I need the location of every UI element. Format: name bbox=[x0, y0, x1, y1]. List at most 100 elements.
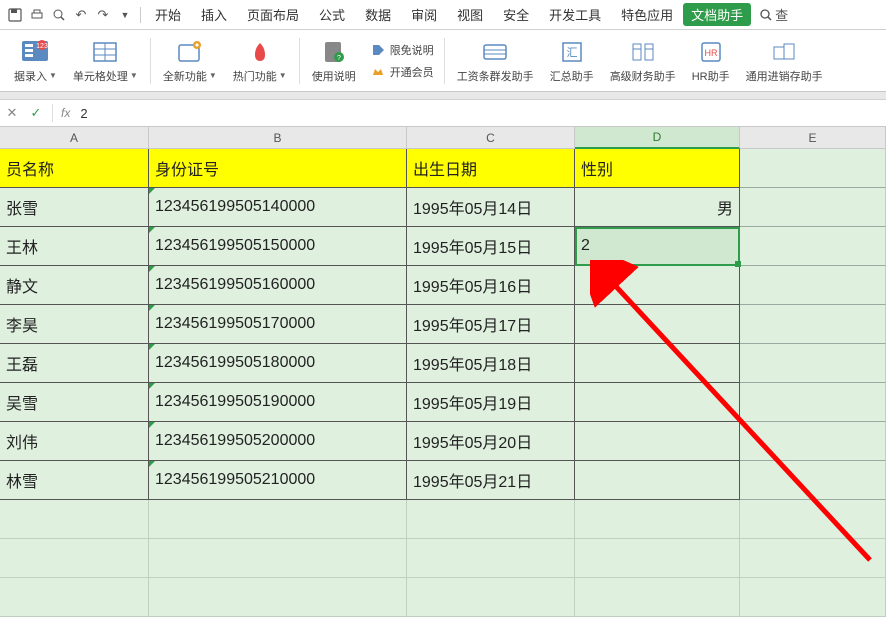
ribbon-hot-features[interactable]: 热门功能▼ bbox=[225, 38, 295, 84]
cell-empty[interactable] bbox=[575, 578, 740, 617]
cell-C5[interactable]: 1995年05月17日 bbox=[407, 305, 575, 344]
col-header-B[interactable]: B bbox=[149, 127, 407, 149]
cell-C3[interactable]: 1995年05月15日 bbox=[407, 227, 575, 266]
cell-empty[interactable] bbox=[740, 578, 886, 617]
cell-A3[interactable]: 王林 bbox=[0, 227, 149, 266]
cell-D7[interactable] bbox=[575, 383, 740, 422]
menu-dev[interactable]: 开发工具 bbox=[539, 5, 611, 24]
cell-D6[interactable] bbox=[575, 344, 740, 383]
cell-header-B[interactable]: 身份证号 bbox=[149, 149, 407, 188]
dropdown-icon[interactable]: ▼ bbox=[114, 4, 136, 26]
cell-E2[interactable] bbox=[740, 188, 886, 227]
save-icon[interactable] bbox=[4, 4, 26, 26]
cell-header-A[interactable]: 员名称 bbox=[0, 149, 149, 188]
cell-A9[interactable]: 林雪 bbox=[0, 461, 149, 500]
ribbon-free-info[interactable]: 限免说明 bbox=[370, 42, 434, 58]
ribbon-summary[interactable]: 汇 汇总助手 bbox=[542, 38, 602, 84]
cell-B3[interactable]: 123456199505150000 bbox=[149, 227, 407, 266]
cell-empty[interactable] bbox=[407, 500, 575, 539]
col-header-C[interactable]: C bbox=[407, 127, 575, 149]
ribbon-payroll[interactable]: 工资条群发助手 bbox=[449, 38, 542, 84]
cell-E3[interactable] bbox=[740, 227, 886, 266]
cell-empty[interactable] bbox=[0, 578, 149, 617]
menu-insert[interactable]: 插入 bbox=[191, 5, 237, 24]
cell-B5[interactable]: 123456199505170000 bbox=[149, 305, 407, 344]
col-header-D[interactable]: D bbox=[575, 127, 740, 149]
cell-E9[interactable] bbox=[740, 461, 886, 500]
formula-cancel[interactable]: ✕ bbox=[0, 101, 24, 125]
preview-icon[interactable] bbox=[48, 4, 70, 26]
cell-empty[interactable] bbox=[149, 578, 407, 617]
cell-C9[interactable]: 1995年05月21日 bbox=[407, 461, 575, 500]
ribbon-new-features[interactable]: 全新功能▼ bbox=[155, 38, 225, 84]
formula-accept[interactable]: ✓ bbox=[24, 101, 48, 125]
cell-empty[interactable] bbox=[0, 500, 149, 539]
ribbon-finance[interactable]: 高级财务助手 bbox=[602, 38, 684, 84]
undo-icon[interactable]: ↶ bbox=[70, 4, 92, 26]
cell-D8[interactable] bbox=[575, 422, 740, 461]
cell-C8[interactable]: 1995年05月20日 bbox=[407, 422, 575, 461]
ribbon-data-entry[interactable]: 123 据录入▼ bbox=[6, 38, 65, 84]
cell-A7[interactable]: 吴雪 bbox=[0, 383, 149, 422]
cell-header-C[interactable]: 出生日期 bbox=[407, 149, 575, 188]
menu-view[interactable]: 视图 bbox=[447, 5, 493, 24]
ribbon-inventory[interactable]: 通用进销存助手 bbox=[738, 38, 831, 84]
cell-empty[interactable] bbox=[149, 500, 407, 539]
cell-A2[interactable]: 张雪 bbox=[0, 188, 149, 227]
menu-doc-helper[interactable]: 文档助手 bbox=[683, 3, 751, 26]
cell-empty[interactable] bbox=[149, 539, 407, 578]
cell-E5[interactable] bbox=[740, 305, 886, 344]
cell-D4[interactable] bbox=[575, 266, 740, 305]
cell-header-E[interactable] bbox=[740, 149, 886, 188]
menu-data[interactable]: 数据 bbox=[355, 5, 401, 24]
menu-security[interactable]: 安全 bbox=[493, 5, 539, 24]
ribbon-cell-process[interactable]: 单元格处理▼ bbox=[65, 38, 146, 84]
cell-A4[interactable]: 静文 bbox=[0, 266, 149, 305]
cell-B6[interactable]: 123456199505180000 bbox=[149, 344, 407, 383]
cell-B8[interactable]: 123456199505200000 bbox=[149, 422, 407, 461]
col-header-E[interactable]: E bbox=[740, 127, 886, 149]
cell-C6[interactable]: 1995年05月18日 bbox=[407, 344, 575, 383]
menu-special[interactable]: 特色应用 bbox=[611, 5, 683, 24]
cell-empty[interactable] bbox=[575, 539, 740, 578]
cell-B9[interactable]: 123456199505210000 bbox=[149, 461, 407, 500]
cell-empty[interactable] bbox=[575, 500, 740, 539]
cell-empty[interactable] bbox=[740, 500, 886, 539]
menu-review[interactable]: 审阅 bbox=[401, 5, 447, 24]
cell-E4[interactable] bbox=[740, 266, 886, 305]
cell-B2[interactable]: 123456199505140000 bbox=[149, 188, 407, 227]
cell-C7[interactable]: 1995年05月19日 bbox=[407, 383, 575, 422]
cell-D2[interactable]: 男 bbox=[575, 188, 740, 227]
cell-empty[interactable] bbox=[407, 578, 575, 617]
cell-empty[interactable] bbox=[0, 539, 149, 578]
cell-header-D[interactable]: 性别 bbox=[575, 149, 740, 188]
fx-icon[interactable]: fx bbox=[57, 106, 74, 120]
menu-start[interactable]: 开始 bbox=[145, 5, 191, 24]
cell-A5[interactable]: 李昊 bbox=[0, 305, 149, 344]
print-icon[interactable] bbox=[26, 4, 48, 26]
cell-D5[interactable] bbox=[575, 305, 740, 344]
cell-D9[interactable] bbox=[575, 461, 740, 500]
cell-E7[interactable] bbox=[740, 383, 886, 422]
search-button[interactable]: 查 bbox=[759, 5, 788, 24]
cell-B4[interactable]: 123456199505160000 bbox=[149, 266, 407, 305]
cell-C4[interactable]: 1995年05月16日 bbox=[407, 266, 575, 305]
cell-A8[interactable]: 刘伟 bbox=[0, 422, 149, 461]
redo-icon[interactable]: ↷ bbox=[92, 4, 114, 26]
cell-D3[interactable]: 2 bbox=[575, 227, 740, 266]
cell-B7[interactable]: 123456199505190000 bbox=[149, 383, 407, 422]
col-header-A[interactable]: A bbox=[0, 127, 149, 149]
ribbon-open-vip[interactable]: 开通会员 bbox=[370, 64, 434, 80]
cell-empty[interactable] bbox=[740, 539, 886, 578]
cell-C2[interactable]: 1995年05月14日 bbox=[407, 188, 575, 227]
formula-input[interactable]: 2 bbox=[74, 106, 886, 121]
cell-E6[interactable] bbox=[740, 344, 886, 383]
cell-empty[interactable] bbox=[407, 539, 575, 578]
cell-E8[interactable] bbox=[740, 422, 886, 461]
cell-A6[interactable]: 王磊 bbox=[0, 344, 149, 383]
menu-layout[interactable]: 页面布局 bbox=[237, 5, 309, 24]
ribbon-usage-help[interactable]: ? 使用说明 bbox=[304, 38, 364, 84]
ribbon-hr[interactable]: HR HR助手 bbox=[684, 38, 738, 84]
menu-bar: ↶ ↷ ▼ 开始 插入 页面布局 公式 数据 审阅 视图 安全 开发工具 特色应… bbox=[0, 0, 886, 30]
menu-formula[interactable]: 公式 bbox=[309, 5, 355, 24]
